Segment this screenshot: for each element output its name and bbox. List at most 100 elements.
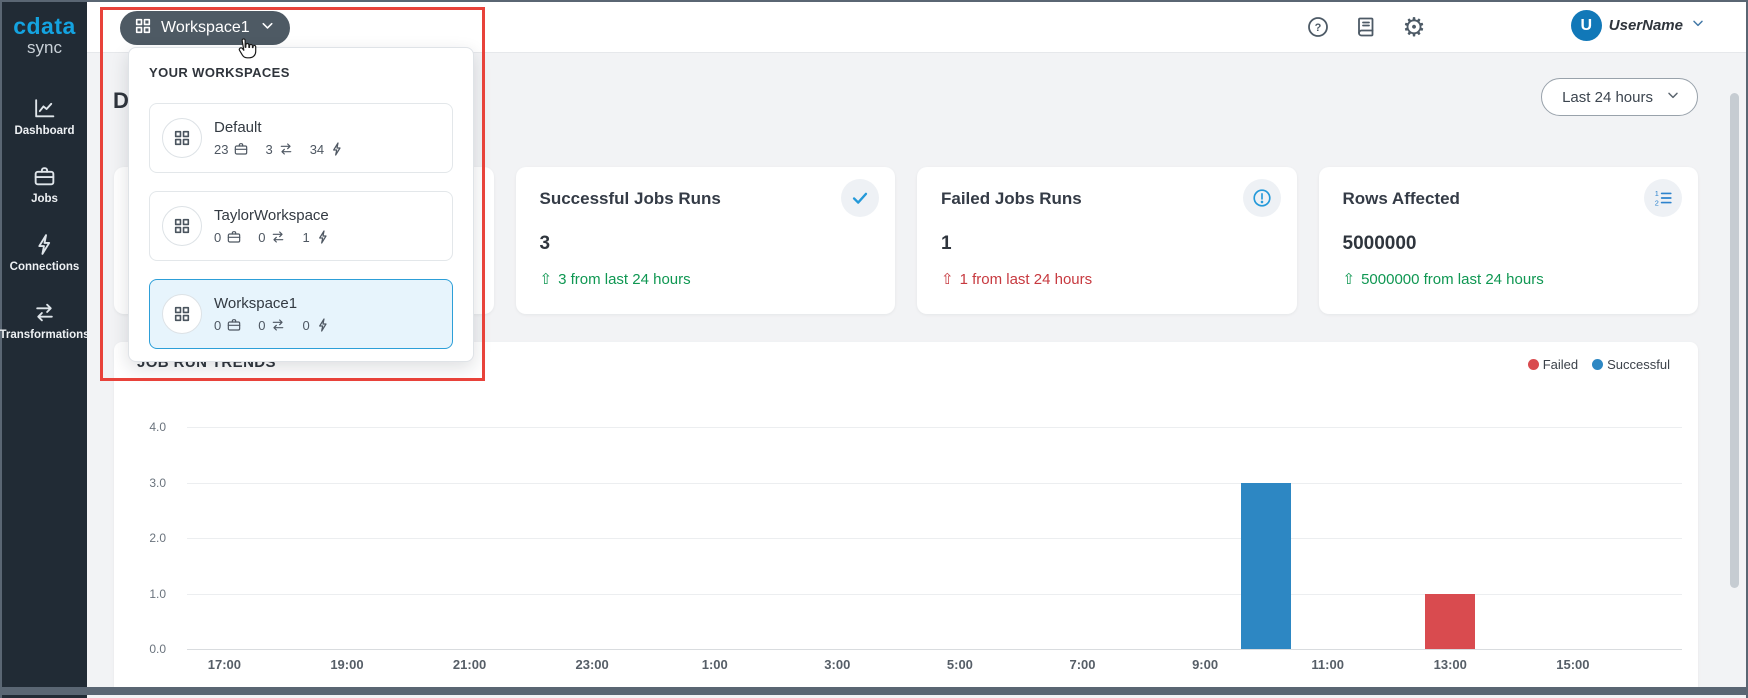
workspace-stat-count: 0 — [214, 318, 221, 333]
sidebar-item-connections[interactable]: Connections — [2, 218, 87, 286]
app-window: cdata sync DashboardJobsConnectionsTrans… — [0, 0, 1748, 698]
workspace-name: TaylorWorkspace — [214, 207, 331, 224]
time-range-label: Last 24 hours — [1562, 89, 1653, 106]
settings-gear-icon[interactable]: ⚙ — [1402, 15, 1426, 39]
exchange-icon — [278, 141, 294, 157]
sidebar-nav: Dashboard Jobs Connections Transformations — [2, 82, 87, 354]
x-tick-label: 23:00 — [576, 657, 609, 672]
workspace-item-default[interactable]: Default 23 3 34 — [149, 103, 453, 173]
sidebar-item-label: Dashboard — [14, 125, 74, 137]
workspace-item-info: Default 23 3 34 — [214, 119, 345, 157]
workspace-item-info: Workspace1 0 0 0 — [214, 295, 331, 333]
chart-legend: Failed Successful — [1528, 357, 1670, 372]
workspace-stat-count: 34 — [310, 142, 324, 157]
sidebar-item-dashboard[interactable]: Dashboard — [2, 82, 87, 150]
svg-text:?: ? — [1315, 22, 1322, 34]
docs-icon[interactable] — [1354, 15, 1378, 39]
vertical-scrollbar — [1726, 53, 1742, 687]
user-name: UserName — [1609, 17, 1683, 34]
user-menu[interactable]: U UserName — [1571, 10, 1706, 41]
x-tick-label: 19:00 — [330, 657, 363, 672]
workspace-stat-transformations: 3 — [265, 141, 293, 157]
svg-text:2: 2 — [1655, 198, 1659, 207]
chevron-down-icon — [259, 17, 276, 39]
exchange-icon — [270, 317, 286, 333]
sidebar-item-label: Connections — [10, 261, 80, 273]
stat-card-rows-affected: Rows Affected12 5000000 ⇧5000000 from last… — [1319, 167, 1699, 314]
sidebar-item-label: Jobs — [31, 193, 58, 205]
stat-card-value: 3 — [540, 233, 551, 255]
workspace-item-workspace1[interactable]: Workspace1 0 0 0 — [149, 279, 453, 349]
briefcase-icon — [32, 164, 57, 189]
x-tick-label: 5:00 — [947, 657, 973, 672]
workspace-stats: 23 3 34 — [214, 141, 345, 157]
workspace-stat-transformations: 0 — [258, 317, 286, 333]
stat-card-title: Rows Affected — [1343, 189, 1675, 209]
workspace-name: Default — [214, 119, 345, 136]
legend-item-failed[interactable]: Failed — [1528, 357, 1578, 372]
legend-dot-icon — [1592, 359, 1603, 370]
up-arrow-icon: ⇧ — [941, 270, 954, 288]
exchange-icon — [270, 229, 286, 245]
workspace-grid-icon — [162, 206, 202, 246]
workspace-stat-connections: 0 — [302, 317, 330, 333]
topbar: Workspace1 ? ⚙ U UserName — [87, 2, 1746, 53]
x-axis-labels: 17:0019:0021:0023:001:003:005:007:009:00… — [187, 657, 1682, 677]
y-axis-labels: 4.03.02.01.00.0 — [114, 427, 176, 649]
workspace-name: Workspace1 — [214, 295, 331, 312]
stat-card-delta-text: 1 from last 24 hours — [960, 271, 1093, 288]
stat-card-value: 5000000 — [1343, 233, 1417, 255]
workspace-selector-label: Workspace1 — [161, 19, 250, 37]
lightning-icon — [32, 232, 57, 257]
workspace-dropdown-heading: YOUR WORKSPACES — [149, 65, 473, 80]
sidebar-item-label: Transformations — [0, 329, 90, 341]
workspace-dropdown: YOUR WORKSPACES Default 23 3 34 TaylorWorksp… — [128, 47, 474, 362]
lightning-icon — [315, 229, 331, 245]
sidebar: cdata sync DashboardJobsConnectionsTrans… — [2, 2, 87, 698]
workspace-grid-icon — [162, 294, 202, 334]
y-tick-label: 1.0 — [149, 587, 166, 601]
workspace-item-taylorworkspace[interactable]: TaylorWorkspace 0 0 1 — [149, 191, 453, 261]
chart-gridline — [187, 649, 1682, 650]
scrollbar-thumb[interactable] — [1730, 93, 1739, 588]
topbar-icons: ? ⚙ — [1306, 15, 1426, 39]
stat-card-info-icon — [1243, 179, 1281, 217]
legend-item-successful[interactable]: Successful — [1592, 357, 1670, 372]
briefcase-icon — [226, 229, 242, 245]
briefcase-icon — [226, 317, 242, 333]
stat-card-delta: ⇧3 from last 24 hours — [540, 270, 691, 288]
sidebar-item-transformations[interactable]: Transformations — [2, 286, 87, 354]
stat-card-delta: ⇧5000000 from last 24 hours — [1343, 270, 1544, 288]
y-tick-label: 4.0 — [149, 420, 166, 434]
job-run-trends-panel: JOB RUN TRENDS FailedSuccessful 4.03.02.… — [114, 342, 1698, 688]
workspace-stat-count: 0 — [258, 230, 265, 245]
workspace-selector-button[interactable]: Workspace1 — [120, 11, 290, 45]
chevron-down-icon — [1690, 15, 1706, 36]
workspace-stat-jobs: 23 — [214, 141, 249, 157]
workspace-stat-connections: 1 — [302, 229, 330, 245]
help-icon[interactable]: ? — [1306, 15, 1330, 39]
x-tick-label: 21:00 — [453, 657, 486, 672]
briefcase-icon — [233, 141, 249, 157]
svg-text:1: 1 — [1655, 189, 1659, 198]
stat-card-title: Successful Jobs Runs — [540, 189, 872, 209]
workspace-stat-jobs: 0 — [214, 229, 242, 245]
workspace-item-info: TaylorWorkspace 0 0 1 — [214, 207, 331, 245]
stat-card-delta-text: 3 from last 24 hours — [558, 271, 691, 288]
stat-card-successful-jobs-runs: Successful Jobs Runs 3 ⇧3 from last 24 hou… — [516, 167, 896, 314]
time-range-dropdown[interactable]: Last 24 hours — [1541, 78, 1698, 116]
bar-chart-plot — [187, 427, 1682, 649]
chart-bar-successful — [1241, 483, 1291, 650]
sidebar-item-jobs[interactable]: Jobs — [2, 150, 87, 218]
window-bottom-edge — [2, 687, 1746, 695]
x-tick-label: 3:00 — [824, 657, 850, 672]
x-tick-label: 11:00 — [1311, 657, 1344, 672]
exchange-icon — [32, 300, 57, 325]
x-tick-label: 17:00 — [208, 657, 241, 672]
workspace-stat-count: 0 — [214, 230, 221, 245]
x-tick-label: 15:00 — [1556, 657, 1589, 672]
stat-card-delta: ⇧ 1 from last 24 hours — [941, 270, 1092, 288]
workspace-stats: 0 0 1 — [214, 229, 331, 245]
workspace-stat-count: 0 — [258, 318, 265, 333]
chevron-down-icon — [1665, 87, 1681, 107]
